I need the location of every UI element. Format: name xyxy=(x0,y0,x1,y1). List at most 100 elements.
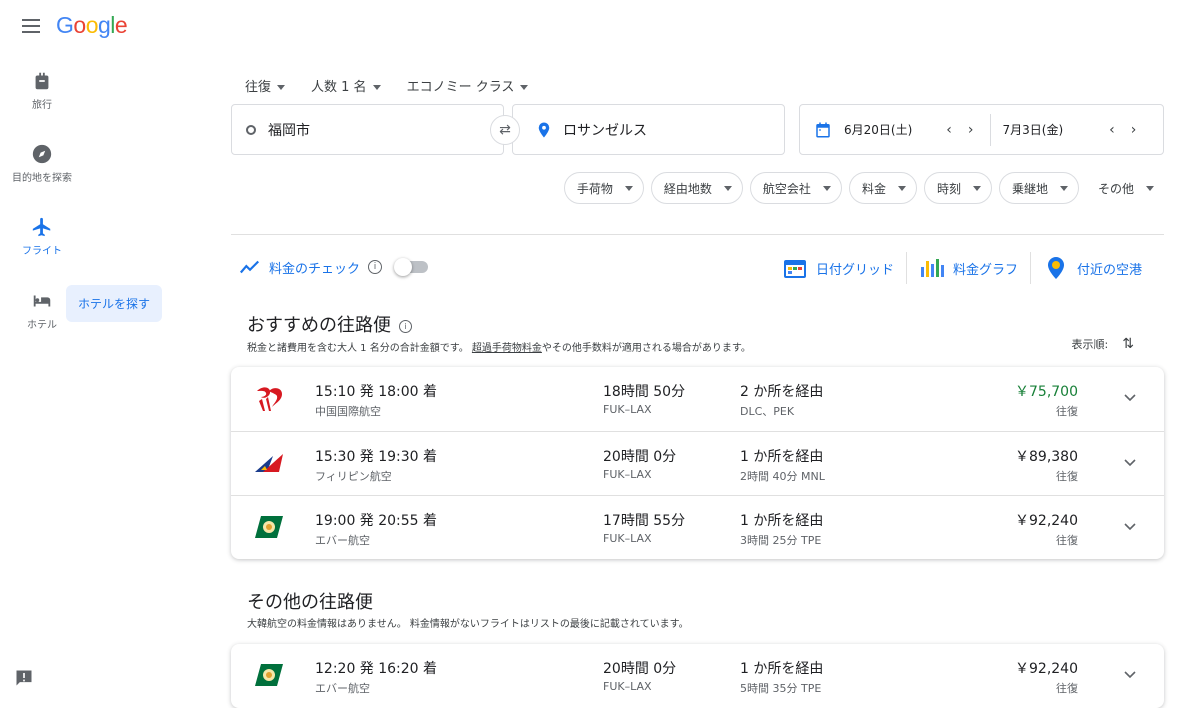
chevron-down-icon[interactable] xyxy=(1124,456,1136,468)
sidebar-item-travel[interactable]: 旅行 xyxy=(0,70,84,111)
flight-duration: 17時間 55分 xyxy=(603,513,686,529)
sidebar-item-label: 旅行 xyxy=(32,100,52,111)
flight-row[interactable]: 12:20 発 16:20 着 エバー航空 20時間 0分 FUK–LAX 1 … xyxy=(231,644,1164,708)
menu-icon[interactable] xyxy=(22,19,40,33)
chevron-down-icon xyxy=(372,85,381,90)
filter-bags[interactable]: 手荷物 xyxy=(563,172,644,204)
cabin-label: エコノミー クラス xyxy=(406,80,515,95)
flight-times: 19:00 発 20:55 着 xyxy=(315,513,438,529)
origin-field[interactable]: 福岡市 xyxy=(231,104,504,155)
other-flights-list: 12:20 発 16:20 着 エバー航空 20時間 0分 FUK–LAX 1 … xyxy=(231,644,1164,708)
flight-row[interactable]: 19:00 発 20:55 着 エバー航空 17時間 55分 FUK–LAX 1… xyxy=(231,495,1164,559)
flight-times: 12:20 発 16:20 着 xyxy=(315,661,438,677)
flight-row[interactable]: 15:30 発 19:30 着 フィリピン航空 20時間 0分 FUK–LAX … xyxy=(231,431,1164,495)
chevron-down-icon xyxy=(520,85,529,90)
flight-stop-detail: DLC、PEK xyxy=(740,405,795,418)
depart-prev-icon[interactable]: ‹ xyxy=(946,122,952,138)
return-date: 7月3日(金) xyxy=(1002,123,1064,137)
note-text: 税金と諸費用を含む大人 1 名分の合計金額です。 xyxy=(247,343,469,354)
flight-stop-detail: 2時間 40分 MNL xyxy=(740,470,825,483)
swap-button[interactable]: ⇄ xyxy=(490,115,520,145)
filter-connecting-airports[interactable]: 乗継地 xyxy=(998,172,1079,204)
section-title-other: その他の往路便 xyxy=(247,592,373,613)
flight-stops: 1 か所を経由 xyxy=(740,661,824,677)
chevron-down-icon[interactable] xyxy=(1124,668,1136,680)
top-bar: Google xyxy=(0,0,1200,56)
nearby-airports-button[interactable]: 付近の空港 xyxy=(1029,252,1154,284)
other-note: 大韓航空の料金情報はありません。 料金情報がないフライトはリストの最後に記載され… xyxy=(247,619,689,630)
recommended-flights-list: 15:10 発 18:00 着 中国国際航空 18時間 50分 FUK–LAX … xyxy=(231,367,1164,559)
flight-stops: 1 か所を経由 xyxy=(740,513,824,529)
date-divider xyxy=(989,113,991,146)
flight-route: FUK–LAX xyxy=(603,468,652,481)
flight-price-type: 往復 xyxy=(1056,534,1078,547)
chevron-down-icon xyxy=(624,185,633,191)
chevron-down-icon[interactable] xyxy=(1124,520,1136,532)
return-prev-icon[interactable]: ‹ xyxy=(1109,122,1115,138)
chevron-down-icon xyxy=(723,185,732,191)
info-icon[interactable]: i xyxy=(399,319,412,333)
flight-route: FUK–LAX xyxy=(603,532,652,545)
price-graph-label: 料金グラフ xyxy=(952,262,1018,278)
flight-price-type: 往復 xyxy=(1056,405,1078,418)
flight-price: ￥92,240 xyxy=(1015,661,1078,677)
google-logo[interactable]: Google xyxy=(56,12,128,39)
eva-air-logo xyxy=(255,664,283,686)
flight-airline: 中国国際航空 xyxy=(315,405,381,418)
filter-label: 手荷物 xyxy=(576,181,613,196)
passengers-select[interactable]: 人数 1 名 xyxy=(311,76,381,95)
sidebar-item-flights[interactable]: フライト xyxy=(0,216,84,257)
flight-stop-detail: 5時間 35分 TPE xyxy=(740,682,822,695)
chevron-down-icon xyxy=(1146,185,1154,191)
flight-price-type: 往復 xyxy=(1056,682,1078,695)
flight-airline: フィリピン航空 xyxy=(315,470,392,483)
sidebar-item-explore[interactable]: 目的地を探索 xyxy=(0,143,84,184)
section-title-recommended: おすすめの往路便 i xyxy=(247,311,412,337)
chevron-down-icon[interactable] xyxy=(1124,391,1136,403)
chevron-down-icon xyxy=(822,185,831,191)
flight-row[interactable]: 15:10 発 18:00 着 中国国際航空 18時間 50分 FUK–LAX … xyxy=(231,367,1164,431)
feedback-icon[interactable] xyxy=(14,668,34,688)
chevron-down-icon xyxy=(277,85,286,90)
filter-stops[interactable]: 経由地数 xyxy=(650,172,743,204)
flight-duration: 20時間 0分 xyxy=(603,661,677,677)
track-prices-toggle[interactable] xyxy=(394,258,429,276)
filter-times[interactable]: 時刻 xyxy=(923,172,992,204)
flight-airline: エバー航空 xyxy=(315,682,370,695)
flight-times: 15:30 発 19:30 着 xyxy=(315,449,438,465)
trip-type-select[interactable]: 往復 xyxy=(245,76,286,95)
sort-label: 表示順: xyxy=(1071,338,1109,351)
filter-more[interactable]: その他 xyxy=(1086,172,1164,204)
filter-label: 料金 xyxy=(861,181,886,196)
baggage-fee-link[interactable]: 超過手荷物料金 xyxy=(472,343,542,354)
filter-airlines[interactable]: 航空会社 xyxy=(749,172,842,204)
sidebar-item-label: 目的地を探索 xyxy=(12,173,72,184)
hotel-tooltip: ホテルを探す xyxy=(66,285,163,322)
date-field[interactable]: 6月20日(土) ‹ › 7月3日(金) ‹ › xyxy=(799,104,1164,155)
trip-type-label: 往復 xyxy=(245,80,272,95)
return-next-icon[interactable]: › xyxy=(1131,122,1137,138)
info-icon[interactable]: i xyxy=(368,260,383,274)
sort-control[interactable]: 表示順: ⇅ xyxy=(1072,336,1134,352)
philippine-airlines-logo xyxy=(255,454,283,472)
depart-date: 6月20日(土) xyxy=(844,123,913,137)
passengers-label: 人数 1 名 xyxy=(311,80,367,95)
cabin-select[interactable]: エコノミー クラス xyxy=(407,76,529,95)
filter-label: 乗継地 xyxy=(1011,181,1048,196)
depart-next-icon[interactable]: › xyxy=(968,122,974,138)
flight-airline: エバー航空 xyxy=(315,534,370,547)
destination-field[interactable]: ロサンゼルス xyxy=(512,104,785,155)
flight-stops: 1 か所を経由 xyxy=(740,449,824,465)
luggage-icon xyxy=(35,72,49,90)
flight-price: ￥89,380 xyxy=(1015,449,1078,465)
date-grid-button[interactable]: 日付グリッド xyxy=(770,252,906,284)
flight-times: 15:10 発 18:00 着 xyxy=(315,384,438,400)
filter-price[interactable]: 料金 xyxy=(848,172,917,204)
filter-chips: 手荷物 経由地数 航空会社 料金 時刻 乗継地 その他 xyxy=(563,172,1164,204)
filter-label: 時刻 xyxy=(936,181,961,196)
flight-price-type: 往復 xyxy=(1056,470,1078,483)
date-grid-label: 日付グリッド xyxy=(815,262,894,278)
flight-route: FUK–LAX xyxy=(603,680,652,693)
price-graph-button[interactable]: 料金グラフ xyxy=(905,252,1030,284)
calendar-grid-icon xyxy=(783,260,806,278)
